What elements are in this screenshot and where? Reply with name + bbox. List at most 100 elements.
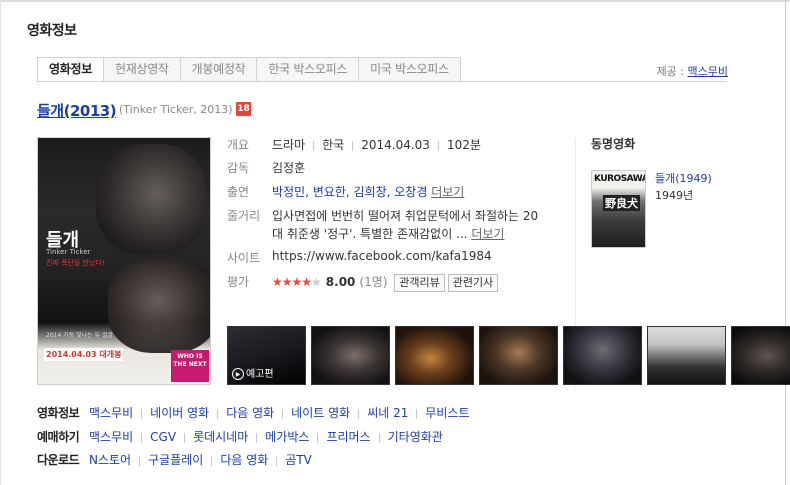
poster-face-bottom xyxy=(108,258,210,353)
star-rating-icon: ★★★★★ xyxy=(272,275,322,289)
movie-poster[interactable]: 들개 Tinker Ticker 진짜 폭탄을 만났다! 2014 가장 빛나는… xyxy=(37,137,211,385)
still-thumbnail[interactable] xyxy=(731,326,790,385)
same-name-year: 1949년 xyxy=(655,189,694,202)
rating-count: (1명) xyxy=(359,275,388,289)
link-nstore[interactable]: N스토어 xyxy=(89,453,131,467)
still-thumbnail[interactable] xyxy=(563,326,642,385)
links-row-info: 영화정보 맥스무비 네이버 영화 다음 영화 네이트 영화 씨네 21 무비스트 xyxy=(37,404,470,421)
link-lotte-cinema[interactable]: 롯데시네마 xyxy=(193,430,248,444)
trailer-label: 예고편 xyxy=(246,369,274,380)
poster-en-title: Tinker Ticker xyxy=(46,248,91,256)
still-thumbnail[interactable] xyxy=(311,326,390,385)
divider xyxy=(437,140,439,151)
trailer-label-wrap: ▶ 예고편 xyxy=(232,365,274,380)
divider xyxy=(139,455,141,466)
rating-score: 8.00 xyxy=(325,275,356,289)
divider xyxy=(378,432,380,443)
divider xyxy=(358,408,360,419)
link-naver-movie[interactable]: 네이버 영화 xyxy=(150,406,209,420)
link-cine21[interactable]: 씨네 21 xyxy=(367,406,408,420)
tab-movie-info[interactable]: 영화정보 xyxy=(37,57,104,82)
link-other-theaters[interactable]: 기타영화관 xyxy=(388,430,443,444)
divider xyxy=(211,455,213,466)
same-name-title: 동명영화 xyxy=(591,137,636,151)
links-row-label: 예매하기 xyxy=(37,430,80,444)
poster-face-top xyxy=(96,144,206,254)
same-name-link[interactable]: 들개(1949) xyxy=(655,170,712,186)
tab-now-playing[interactable]: 현재상영작 xyxy=(103,57,181,82)
links-row-label: 영화정보 xyxy=(37,406,80,420)
related-article-button[interactable]: 관련기사 xyxy=(447,274,499,292)
link-daum-movie[interactable]: 다음 영화 xyxy=(220,453,268,467)
trailer-thumbnail[interactable]: ▶ 예고편 xyxy=(227,326,306,385)
cast-values: 박정민, 변요한, 김희창, 오창경 더보기 xyxy=(272,183,464,200)
link-daum-movie[interactable]: 다음 영화 xyxy=(226,406,274,420)
same-name-poster[interactable]: KUROSAWA 野良犬 xyxy=(591,170,646,248)
plot-line-2: 대 취준생 '정구'. 특별한 존재감없이 ... xyxy=(272,227,468,241)
overview-label: 개요 xyxy=(227,138,250,152)
provider-credit: 제공 : 맥스무비 xyxy=(657,63,728,79)
divider xyxy=(317,432,319,443)
plot-label: 줄거리 xyxy=(227,209,261,223)
section-title: 영화정보 xyxy=(27,23,77,39)
link-gomtv[interactable]: 곰TV xyxy=(285,453,312,467)
link-maxmovie[interactable]: 맥스무비 xyxy=(89,430,133,444)
link-megabox[interactable]: 메가박스 xyxy=(265,430,309,444)
cast-names[interactable]: 박정민, 변요한, 김희창, 오창경 xyxy=(272,185,427,199)
link-maxmovie[interactable]: 맥스무비 xyxy=(89,406,133,420)
movie-subtitle: (Tinker Ticker, 2013) xyxy=(119,103,233,116)
site-label: 사이트 xyxy=(227,251,261,265)
plot-line-2-wrap: 대 취준생 '정구'. 특별한 존재감없이 ... 더보기 xyxy=(272,225,504,242)
divider xyxy=(141,432,143,443)
link-moviest[interactable]: 무비스트 xyxy=(425,406,469,420)
director-link[interactable]: 김정훈 xyxy=(272,159,305,176)
poster-release-date: 2014.04.03 대개봉 xyxy=(44,348,124,361)
poster-bottom-line: 2014 가장 빛나는 두 얼굴 xyxy=(46,332,114,339)
runtime: 102분 xyxy=(446,138,481,152)
divider xyxy=(256,432,258,443)
provider-label: 제공 : xyxy=(656,65,688,78)
divider xyxy=(217,408,219,419)
play-icon: ▶ xyxy=(232,368,244,380)
poster-tagline: 진짜 폭탄을 만났다! xyxy=(46,259,105,267)
rating-values: ★★★★★ 8.00 (1명) 관객리뷰 관련기사 xyxy=(272,273,499,292)
movie-title-link[interactable]: 들개(2013) xyxy=(37,100,117,121)
plot-more-link[interactable]: 더보기 xyxy=(471,227,504,241)
link-primus[interactable]: 프리머스 xyxy=(326,430,370,444)
stars-filled: ★★★★ xyxy=(272,275,312,289)
genre: 드라마 xyxy=(272,138,306,152)
tab-bar: 영화정보 현재상영작 개봉예정작 한국 박스오피스 미국 박스오피스 xyxy=(37,57,461,82)
cast-more-link[interactable]: 더보기 xyxy=(431,185,464,199)
audience-review-button[interactable]: 관객리뷰 xyxy=(394,274,445,292)
links-row-label: 다운로드 xyxy=(37,453,80,467)
divider xyxy=(276,455,278,466)
link-cgv[interactable]: CGV xyxy=(150,430,176,444)
tab-upcoming[interactable]: 개봉예정작 xyxy=(180,57,258,82)
divider xyxy=(416,408,418,419)
link-nate-movie[interactable]: 네이트 영화 xyxy=(291,406,350,420)
provider-link[interactable]: 맥스무비 xyxy=(688,65,728,78)
divider xyxy=(313,140,315,151)
divider xyxy=(282,408,284,419)
plot-line-1: 입사면접에 번번히 떨어져 취업문턱에서 좌절하는 20 xyxy=(272,209,539,223)
tab-korea-boxoffice[interactable]: 한국 박스오피스 xyxy=(257,57,360,82)
same-poster-text: KUROSAWA xyxy=(594,174,646,184)
rating-label: 평가 xyxy=(227,275,250,289)
stars-empty: ★ xyxy=(311,275,322,289)
tab-us-boxoffice[interactable]: 미국 박스오피스 xyxy=(359,57,461,82)
director-label: 감독 xyxy=(227,161,250,175)
still-thumbnail[interactable] xyxy=(395,326,474,385)
cast-label: 출연 xyxy=(227,185,250,199)
stills-strip: ▶ 예고편 xyxy=(227,326,790,385)
site-link[interactable]: https://www.facebook.com/kafa1984 xyxy=(272,249,492,263)
links-row-booking: 예매하기 맥스무비 CGV 롯데시네마 메가박스 프리머스 기타영화관 xyxy=(37,428,443,445)
release-date: 2014.04.03 xyxy=(361,138,430,152)
age-rating-badge: 18 xyxy=(236,102,251,116)
overview-values: 드라마 한국 2014.04.03 102분 xyxy=(272,136,481,153)
still-thumbnail[interactable] xyxy=(647,326,726,385)
divider xyxy=(141,408,143,419)
tabs-divider xyxy=(37,81,727,82)
link-google-play[interactable]: 구글플레이 xyxy=(148,453,203,467)
poster-who-badge: WHO IS THE NEXT xyxy=(171,350,209,382)
still-thumbnail[interactable] xyxy=(479,326,558,385)
